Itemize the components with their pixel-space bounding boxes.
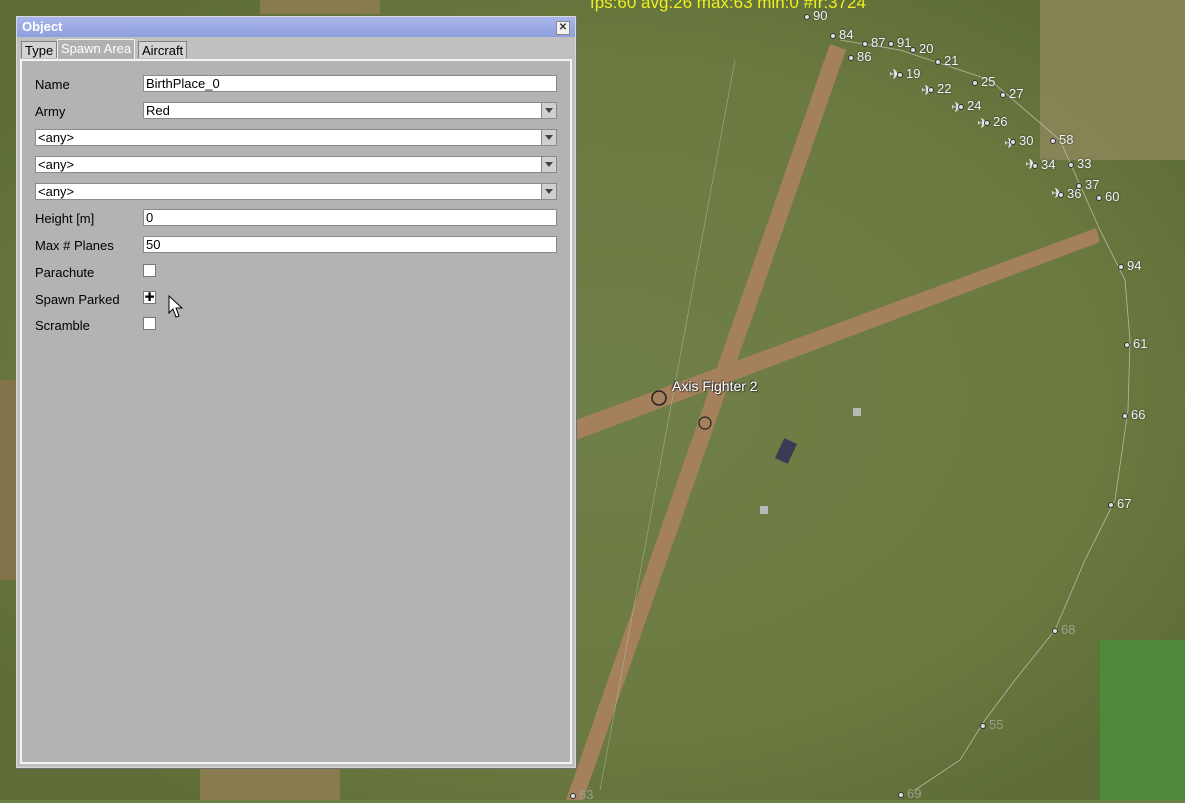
waypoint-label[interactable]: 20 — [910, 41, 933, 56]
waypoint-label[interactable]: 24 — [958, 98, 981, 113]
filter-row-3: <any> — [22, 183, 570, 203]
waypoint-label[interactable]: 55 — [980, 717, 1003, 732]
spawn-parked-row: Spawn Parked ✚ — [22, 290, 570, 310]
max-planes-label: Max # Planes — [35, 238, 114, 253]
waypoint-label[interactable]: 30 — [1010, 133, 1033, 148]
waypoint-label[interactable]: 36 — [1058, 186, 1081, 201]
name-row: Name BirthPlace_0 — [22, 75, 570, 95]
army-row: Army Red — [22, 102, 570, 122]
filter-select-3-value: <any> — [38, 184, 75, 199]
filter-row-2: <any> — [22, 156, 570, 176]
tab-aircraft[interactable]: Aircraft — [138, 41, 188, 58]
dialog-title: Object — [22, 19, 63, 34]
tab-type[interactable]: Type — [21, 41, 58, 58]
mouse-cursor-icon — [168, 295, 184, 318]
close-button[interactable]: ✕ — [556, 21, 570, 35]
waypoint-label[interactable]: 61 — [1124, 336, 1147, 351]
waypoint-label[interactable]: 25 — [972, 74, 995, 89]
scramble-checkbox[interactable] — [143, 317, 156, 330]
army-select-value: Red — [146, 103, 170, 118]
waypoint-label[interactable]: 34 — [1032, 157, 1055, 172]
max-planes-row: Max # Planes 50 — [22, 236, 570, 256]
name-field[interactable]: BirthPlace_0 — [143, 75, 557, 92]
tab-spawn-area[interactable]: Spawn Area — [57, 39, 136, 59]
filter-row-1: <any> — [22, 129, 570, 149]
waypoint-label[interactable]: 67 — [1108, 496, 1131, 511]
waypoint-label[interactable]: 87 — [862, 35, 885, 50]
map-object-label[interactable]: Axis Fighter 2 — [672, 378, 758, 394]
filter-select-1-value: <any> — [38, 130, 75, 145]
chevron-down-icon[interactable] — [541, 103, 556, 118]
object-dialog: Object ✕ Type Spawn Area Aircraft Name B… — [16, 16, 576, 768]
chevron-down-icon[interactable] — [541, 130, 556, 145]
name-label: Name — [35, 77, 70, 92]
waypoint-label[interactable]: 22 — [928, 81, 951, 96]
parachute-checkbox[interactable] — [143, 264, 156, 277]
waypoint-label[interactable]: 58 — [1050, 132, 1073, 147]
height-field[interactable]: 0 — [143, 209, 557, 226]
max-planes-field[interactable]: 50 — [143, 236, 557, 253]
waypoint-label[interactable]: 27 — [1000, 86, 1023, 101]
waypoint-label[interactable]: 60 — [1096, 189, 1119, 204]
waypoint-label[interactable]: 66 — [1122, 407, 1145, 422]
chevron-down-icon[interactable] — [541, 184, 556, 199]
height-row: Height [m] 0 — [22, 209, 570, 229]
spawn-area-panel: Name BirthPlace_0 Army Red <any> <any> <… — [20, 59, 572, 764]
parachute-label: Parachute — [35, 265, 95, 280]
filter-select-2-value: <any> — [38, 157, 75, 172]
waypoint-label[interactable]: 33 — [1068, 156, 1091, 171]
army-label: Army — [35, 104, 66, 119]
waypoint-label[interactable]: 19 — [897, 66, 920, 81]
army-select[interactable]: Red — [143, 102, 557, 119]
waypoint-label[interactable]: 26 — [984, 114, 1007, 129]
close-icon: ✕ — [558, 22, 568, 33]
waypoint-label[interactable]: 21 — [935, 53, 958, 68]
height-label: Height [m] — [35, 211, 95, 226]
filter-select-1[interactable]: <any> — [35, 129, 557, 146]
dialog-titlebar[interactable]: Object ✕ — [17, 17, 575, 37]
parachute-row: Parachute — [22, 263, 570, 283]
waypoint-label[interactable]: 90 — [804, 8, 827, 23]
waypoint-label[interactable]: 94 — [1118, 258, 1141, 273]
spawn-parked-label: Spawn Parked — [35, 292, 120, 307]
waypoint-label[interactable]: 84 — [830, 27, 853, 42]
waypoint-label[interactable]: 91 — [888, 35, 911, 50]
checkmark-icon: ✚ — [144, 290, 155, 304]
waypoint-label[interactable]: 69 — [898, 786, 921, 801]
chevron-down-icon[interactable] — [541, 157, 556, 172]
filter-select-2[interactable]: <any> — [35, 156, 557, 173]
waypoint-label[interactable]: 86 — [848, 49, 871, 64]
scramble-label: Scramble — [35, 318, 90, 333]
scramble-row: Scramble — [22, 316, 570, 336]
waypoint-label[interactable]: 68 — [1052, 622, 1075, 637]
filter-select-3[interactable]: <any> — [35, 183, 557, 200]
spawn-parked-checkbox[interactable]: ✚ — [143, 291, 156, 304]
tab-bar: Type Spawn Area Aircraft — [17, 37, 575, 59]
